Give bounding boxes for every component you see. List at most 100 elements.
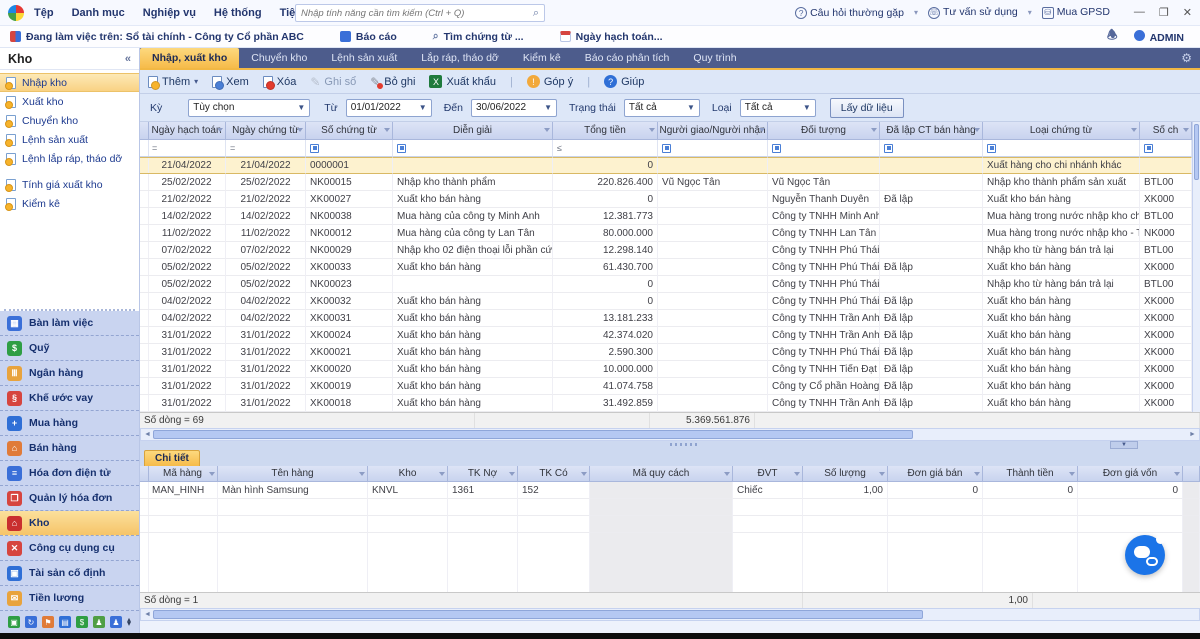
table-row[interactable]: 31/01/202231/01/2022XK00018Xuất kho bán … — [140, 395, 1200, 412]
cell[interactable]: Công ty TNHH Phú Thái — [768, 344, 880, 361]
column-filter-cell[interactable] — [983, 140, 1140, 157]
detail-column-header-10[interactable]: Thành tiền — [983, 466, 1078, 482]
cell[interactable]: NK000 — [1140, 225, 1192, 242]
cell[interactable] — [880, 276, 983, 293]
cell[interactable]: Công ty TNHH Lan Tân — [768, 225, 880, 242]
maximize-button[interactable]: ❐ — [1159, 6, 1169, 19]
tab-ki-m-k-[interactable]: Kiểm kê — [511, 48, 573, 68]
cell[interactable]: Đã lập — [880, 378, 983, 395]
cell[interactable]: Xuất kho bán hàng — [983, 344, 1140, 361]
column-header-2[interactable]: Ngày chứng từ — [226, 122, 306, 140]
cell[interactable] — [658, 208, 768, 225]
cell[interactable] — [1183, 516, 1200, 533]
flag-icon[interactable]: ⚑ — [42, 616, 54, 628]
cell[interactable]: 05/02/2022 — [148, 276, 226, 293]
user-blue-icon[interactable]: ♟ — [110, 616, 122, 628]
module-cash-safe[interactable]: $Quỹ — [0, 336, 139, 361]
cell[interactable]: 31/01/2022 — [148, 344, 226, 361]
filter-funnel-icon[interactable] — [1069, 472, 1075, 476]
cell[interactable] — [590, 499, 733, 516]
scroll-right-icon[interactable]: ► — [1187, 431, 1198, 438]
user-green-icon[interactable]: ♟ — [93, 616, 105, 628]
cell[interactable] — [658, 225, 768, 242]
collapse-sidebar-icon[interactable]: « — [125, 53, 131, 65]
filter-condition-icon[interactable] — [987, 144, 996, 153]
cell[interactable]: 31.492.859 — [553, 395, 658, 412]
cell[interactable]: Công ty TNHH Phú Thái — [768, 293, 880, 310]
cell[interactable]: Đã lập — [880, 327, 983, 344]
cell[interactable]: Xuất kho bán hàng — [983, 395, 1140, 412]
cell[interactable] — [658, 259, 768, 276]
cell[interactable] — [803, 516, 888, 533]
cell[interactable]: 220.826.400 — [553, 174, 658, 191]
cell[interactable]: XK00021 — [306, 344, 393, 361]
filter-funnel-icon[interactable] — [724, 472, 730, 476]
vertical-scrollbar[interactable] — [1192, 122, 1200, 412]
table-row[interactable]: 07/02/202207/02/2022NK00029Nhập kho 02 đ… — [140, 242, 1200, 259]
table-row[interactable]: 11/02/202211/02/2022NK00012Mua hàng của … — [140, 225, 1200, 242]
cell[interactable]: KNVL — [368, 482, 448, 499]
cell[interactable]: Xuất kho bán hàng — [983, 327, 1140, 344]
filter-condition-icon[interactable] — [310, 144, 319, 153]
filter-funnel-icon[interactable] — [544, 128, 550, 132]
cell[interactable]: XK00024 — [306, 327, 393, 344]
menu-nghiệp-vụ[interactable]: Nghiệp vụ — [143, 7, 196, 19]
settings-gear-icon[interactable]: ⚙ — [1181, 51, 1192, 65]
collapse-detail-icon[interactable]: ▼ — [1110, 441, 1138, 449]
cell[interactable]: XK000 — [1140, 344, 1192, 361]
cell[interactable]: XK00020 — [306, 361, 393, 378]
cell[interactable]: Xuất kho bán hàng — [393, 344, 553, 361]
cell[interactable]: Mua hàng của công ty Lan Tân — [393, 225, 553, 242]
module-tools[interactable]: ✕Công cụ dụng cụ — [0, 536, 139, 561]
cell[interactable]: BTL00 — [1140, 208, 1192, 225]
tab-b-o-c-o-ph-n-t-ch[interactable]: Báo cáo phân tích — [573, 48, 682, 68]
dropdown-caret-icon[interactable]: ▾ — [1028, 8, 1032, 17]
cell[interactable]: XK000 — [1140, 310, 1192, 327]
module-dashboard[interactable]: ▦Bàn làm việc — [0, 311, 139, 336]
column-filter-cell[interactable]: ≤ — [553, 140, 658, 157]
cell[interactable]: 2.590.300 — [553, 344, 658, 361]
bỏ-ghi-button[interactable]: ✎Bỏ ghi — [370, 75, 415, 89]
cell[interactable]: XK00031 — [306, 310, 393, 327]
cell[interactable]: Nhập kho 02 điện thoại lỗi phần cứng — [393, 242, 553, 259]
cell[interactable]: 0 — [888, 482, 983, 499]
chat-support-fab[interactable] — [1125, 535, 1165, 575]
cell[interactable]: 07/02/2022 — [148, 242, 226, 259]
cell[interactable] — [448, 533, 518, 592]
cell[interactable]: 14/02/2022 — [226, 208, 306, 225]
column-filter-cell[interactable] — [768, 140, 880, 157]
cell[interactable]: 31/01/2022 — [226, 378, 306, 395]
cell[interactable]: XK000 — [1140, 395, 1192, 412]
module-e-invoice[interactable]: ≡Hóa đơn điện tử — [0, 461, 139, 486]
cell[interactable] — [1140, 157, 1192, 174]
filter-funnel-icon[interactable] — [1183, 128, 1189, 132]
cell[interactable] — [448, 516, 518, 533]
cell[interactable] — [1183, 533, 1200, 592]
period-select[interactable]: Tùy chọn▼ — [188, 99, 310, 117]
filter-funnel-icon[interactable] — [581, 472, 587, 476]
column-filter-cell[interactable] — [306, 140, 393, 157]
cell[interactable]: Công ty Cổ phần Hoàng Cả — [768, 378, 880, 395]
detail-column-header-8[interactable]: Số lượng — [803, 466, 888, 482]
cell[interactable]: MAN_HINH — [148, 482, 218, 499]
cell[interactable] — [880, 174, 983, 191]
cell[interactable]: 12.298.140 — [553, 242, 658, 259]
cell[interactable] — [888, 516, 983, 533]
cell[interactable]: 0 — [983, 482, 1078, 499]
cell[interactable]: Xuất kho bán hàng — [983, 378, 1140, 395]
sync-icon[interactable]: ↻ — [25, 616, 37, 628]
detail-horizontal-scrollbar[interactable]: ◄ — [140, 608, 1200, 621]
column-header-1[interactable]: Ngày hạch toán — [148, 122, 226, 140]
cell[interactable]: Xuất kho bán hàng — [393, 293, 553, 310]
cell[interactable]: 10.000.000 — [553, 361, 658, 378]
cell[interactable]: Đã lập — [880, 344, 983, 361]
table-row[interactable]: 31/01/202231/01/2022XK00024Xuất kho bán … — [140, 327, 1200, 344]
cell[interactable]: XK00032 — [306, 293, 393, 310]
cell[interactable]: 31/01/2022 — [226, 344, 306, 361]
cell[interactable]: Công ty TNHH Phú Thái — [768, 259, 880, 276]
detail-column-header-9[interactable]: Đơn giá bán — [888, 466, 983, 482]
table-row[interactable]: 31/01/202231/01/2022XK00020Xuất kho bán … — [140, 361, 1200, 378]
cell[interactable]: Xuất kho bán hàng — [393, 310, 553, 327]
cell[interactable]: Nguyễn Thanh Duyên — [768, 191, 880, 208]
cell[interactable]: 04/02/2022 — [148, 310, 226, 327]
